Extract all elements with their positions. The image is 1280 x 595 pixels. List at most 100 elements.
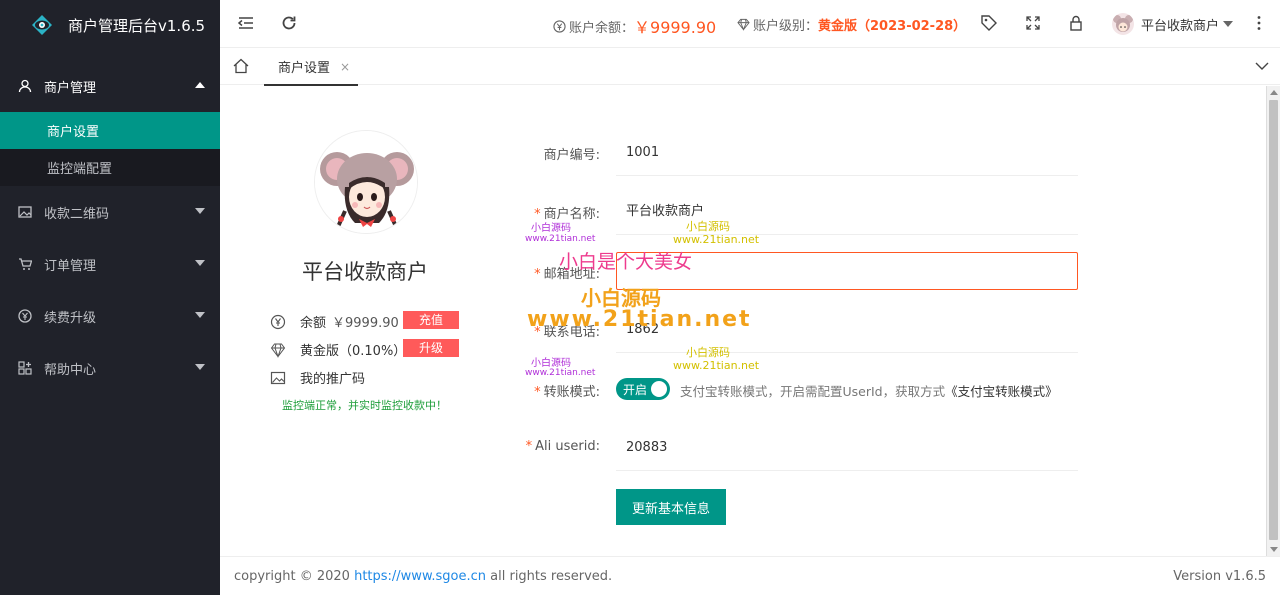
version: Version v1.6.5 xyxy=(1173,569,1266,584)
yen-icon xyxy=(270,314,286,329)
merchant-id-label: 商户编号: xyxy=(543,148,600,163)
vertical-scrollbar[interactable] xyxy=(1266,86,1280,556)
level-row: 黄金版（0.10%） 升级 xyxy=(270,339,490,359)
email-label: * 邮箱地址: xyxy=(534,267,600,282)
ali-userid-field[interactable]: 20883 xyxy=(616,425,1078,471)
update-info-button[interactable]: 更新基本信息 xyxy=(616,489,727,525)
home-icon[interactable] xyxy=(232,57,250,75)
user-icon xyxy=(18,79,32,93)
transfer-label: * 转账模式: xyxy=(534,385,600,400)
form-row-merchant-name: * 商户名称: 平台收款商户 xyxy=(520,189,1080,235)
balance-value: ￥9999.90 xyxy=(634,18,717,37)
sidebar-item-label: 续费升级 xyxy=(44,310,97,326)
chevron-down-icon xyxy=(195,260,205,266)
sidebar-item-label: 收款二维码 xyxy=(44,206,110,222)
sidebar-item-label: 商户管理 xyxy=(44,80,97,96)
promo-label: 我的推广码 xyxy=(300,372,366,387)
monitor-status: 监控端正常，并实时监控收款中！ xyxy=(282,399,447,412)
footer-link[interactable]: https://www.sgoe.cn xyxy=(354,569,486,584)
level-value: 黄金版（2023-02-28） xyxy=(818,19,967,34)
sidebar-item-help[interactable]: 帮助中心 xyxy=(0,342,220,394)
side-menu: 商户管理 商户设置 监控端配置 收款二维码 订单管理 续费升级 帮助中心 xyxy=(0,60,220,394)
tab-label: 商户设置 xyxy=(278,61,331,76)
sidebar-item-qrcode[interactable]: 收款二维码 xyxy=(0,186,220,238)
sidebar: 商户管理后台v1.6.5 商户管理 商户设置 监控端配置 收款二维码 订单管理 … xyxy=(0,0,220,595)
sidebar-item-label: 帮助中心 xyxy=(44,362,97,378)
image-icon xyxy=(270,371,286,384)
app-logo[interactable]: 商户管理后台v1.6.5 xyxy=(0,0,220,50)
main-content: 平台收款商户 余额 ￥9999.90 充值 黄金版（0.10%） 升级 我的推广… xyxy=(220,86,1266,556)
sidebar-item-merchant[interactable]: 商户管理 xyxy=(0,60,220,112)
balance-label: 账户余额： xyxy=(569,20,635,36)
sidebar-item-renew[interactable]: 续费升级 xyxy=(0,290,220,342)
sidebar-item-merchant-settings[interactable]: 商户设置 xyxy=(0,112,220,149)
watermark-url-small: www.21tian.net xyxy=(525,234,596,244)
diamond-icon xyxy=(270,343,286,358)
app-title: 商户管理后台v1.6.5 xyxy=(68,16,206,35)
merchant-avatar xyxy=(314,130,418,234)
yen-icon xyxy=(553,19,566,33)
chevron-down-icon xyxy=(1223,21,1234,27)
top-header: 账户余额： ￥9999.90 账户级别： 黄金版（2023-02-28） 平台收… xyxy=(220,0,1280,47)
form-row-transfer: * 转账模式: 开启 支付宝转账模式，开启需配置UserId，获取方式《支付宝转账… xyxy=(520,367,1080,413)
image-icon xyxy=(18,206,32,218)
transfer-hint: 支付宝转账模式，开启需配置UserId，获取方式《支付宝转账模式》 xyxy=(680,384,1058,399)
balance-value: ￥9999.90 xyxy=(332,316,399,331)
account-balance: 账户余额： ￥9999.90 xyxy=(553,14,716,38)
diamond-icon xyxy=(737,18,750,31)
sidebar-item-label: 订单管理 xyxy=(44,258,97,274)
footer: copyright © 2020 https://www.sgoe.cn all… xyxy=(220,556,1280,595)
more-vertical-icon[interactable] xyxy=(1250,14,1268,32)
cart-icon xyxy=(19,258,32,270)
form-row-merchant-id: 商户编号: 1001 xyxy=(520,130,1080,176)
scroll-up-icon[interactable] xyxy=(1270,90,1278,95)
tag-icon[interactable] xyxy=(980,14,998,32)
yen-icon xyxy=(18,309,32,323)
balance-label: 余额 xyxy=(300,316,327,331)
copyright: copyright © 2020 https://www.sgoe.cn all… xyxy=(234,569,613,584)
submenu-merchant: 商户设置 监控端配置 xyxy=(0,112,220,186)
promo-row[interactable]: 我的推广码 xyxy=(270,368,490,387)
tab-merchant-settings[interactable]: 商户设置 × xyxy=(264,48,358,86)
close-icon[interactable]: × xyxy=(340,60,350,74)
form-row-email: * 邮箱地址: xyxy=(520,252,1080,300)
fullscreen-icon[interactable] xyxy=(1024,14,1042,32)
ali-userid-label: * Ali userid: xyxy=(525,439,600,454)
transfer-mode-toggle[interactable]: 开启 xyxy=(616,378,670,400)
avatar xyxy=(1112,13,1134,35)
user-menu[interactable]: 平台收款商户 xyxy=(1112,13,1234,35)
recharge-button[interactable]: 充值 xyxy=(403,311,460,329)
merchant-name-field[interactable]: 平台收款商户 xyxy=(616,189,1078,235)
merchant-id-field: 1001 xyxy=(616,130,1078,176)
form-row-ali-userid: * Ali userid: 20883 xyxy=(520,425,1080,471)
alipay-transfer-link[interactable]: 《支付宝转账模式》 xyxy=(945,384,1058,399)
sidebar-item-monitor-config[interactable]: 监控端配置 xyxy=(0,149,220,186)
email-field[interactable] xyxy=(616,252,1078,290)
upgrade-button[interactable]: 升级 xyxy=(403,339,460,357)
toggle-text: 开启 xyxy=(623,383,648,397)
apps-icon xyxy=(18,361,32,375)
lock-icon[interactable] xyxy=(1067,14,1085,32)
phone-label: * 联系电话: xyxy=(534,325,600,340)
level-label: 账户级别： xyxy=(753,19,819,34)
merchant-name: 平台收款商户 xyxy=(302,260,428,284)
chevron-down-icon[interactable] xyxy=(1254,58,1270,74)
eye-logo-icon xyxy=(32,15,52,35)
balance-row: 余额 ￥9999.90 充值 xyxy=(270,311,490,331)
chevron-down-icon xyxy=(195,208,205,214)
phone-field[interactable]: 1862 xyxy=(616,307,1078,353)
scroll-thumb[interactable] xyxy=(1269,100,1278,540)
level-text: 黄金版（0.10%） xyxy=(300,344,407,359)
sidebar-item-orders[interactable]: 订单管理 xyxy=(0,238,220,290)
toggle-knob xyxy=(651,381,667,397)
form-row-phone: * 联系电话: 1862 xyxy=(520,307,1080,353)
menu-fold-icon[interactable] xyxy=(237,14,255,32)
chevron-up-icon xyxy=(195,82,205,88)
chevron-down-icon xyxy=(195,364,205,370)
refresh-icon[interactable] xyxy=(280,14,298,32)
scroll-down-icon[interactable] xyxy=(1270,547,1278,552)
user-name: 平台收款商户 xyxy=(1141,18,1220,34)
tab-bar: 商户设置 × xyxy=(220,47,1280,86)
account-level: 账户级别： 黄金版（2023-02-28） xyxy=(737,15,966,34)
chevron-down-icon xyxy=(195,312,205,318)
